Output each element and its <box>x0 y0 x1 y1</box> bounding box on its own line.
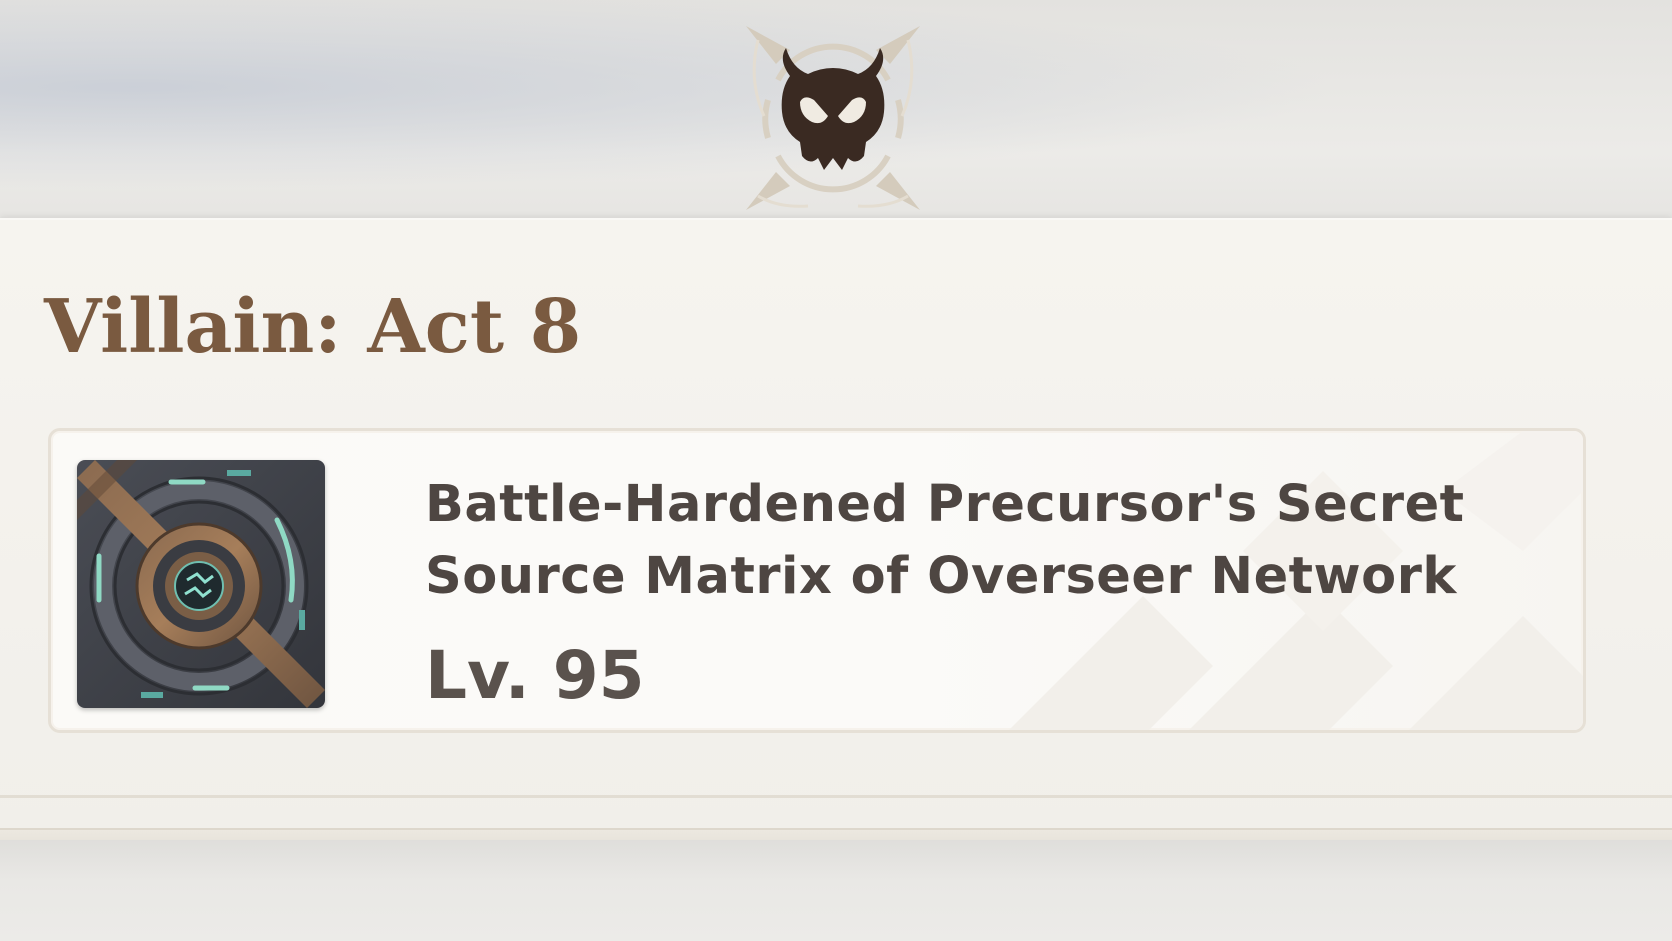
item-icon <box>77 460 325 708</box>
reward-card[interactable]: Battle-Hardened Precursor's Secret Sourc… <box>48 428 1586 733</box>
source-matrix-item-icon <box>77 460 325 708</box>
panel-divider <box>0 795 1672 798</box>
item-level: Lv. 95 <box>425 637 645 714</box>
villain-emblem <box>738 20 928 216</box>
villain-horned-skull-icon <box>746 26 920 210</box>
item-name: Battle-Hardened Precursor's Secret Sourc… <box>425 475 1465 606</box>
act-title: Villain: Act 8 <box>44 284 582 370</box>
bottom-backdrop <box>0 840 1672 941</box>
